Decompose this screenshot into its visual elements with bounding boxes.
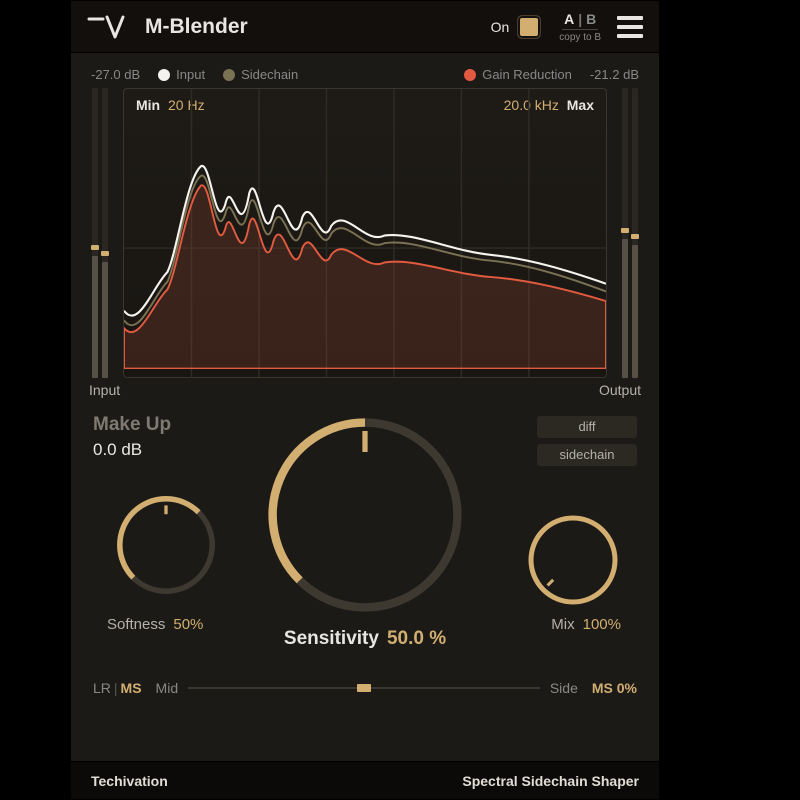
ms-slider-handle[interactable]	[357, 684, 371, 692]
footer-bar: Techivation Spectral Sidechain Shaper	[71, 761, 659, 799]
ab-slot-a[interactable]: A	[564, 11, 574, 27]
sensitivity-label-group: Sensitivity 50.0 %	[284, 628, 446, 650]
gain-reduction-curve	[124, 185, 606, 368]
brand-logo: M-Blender	[87, 13, 248, 41]
power-label: On	[491, 19, 510, 35]
gain-reduction-dot-icon	[464, 69, 476, 81]
ms-mid-label: Mid	[156, 680, 179, 696]
menu-icon[interactable]	[617, 16, 643, 38]
ab-compare[interactable]: A|B copy to B	[559, 11, 601, 43]
logo-icon	[87, 13, 131, 41]
softness-label-group: Softness 50%	[107, 616, 203, 633]
ab-slot-b[interactable]: B	[586, 11, 596, 27]
footer-tagline: Spectral Sidechain Shaper	[462, 773, 639, 789]
output-meter-label: Output	[599, 382, 641, 398]
mix-value[interactable]: 100%	[583, 616, 621, 633]
listen-buttons: diff sidechain	[537, 416, 637, 466]
legend-sidechain: Sidechain	[223, 67, 298, 82]
ab-top: A|B	[562, 11, 598, 30]
sensitivity-label: Sensitivity	[284, 628, 379, 650]
softness-label: Softness	[107, 616, 165, 633]
ms-value[interactable]: MS 0%	[592, 680, 637, 696]
app-title: M-Blender	[145, 15, 248, 39]
makeup-label: Make Up	[93, 414, 171, 436]
spectrum-row: Min 20 Hz 20.0 kHz Max	[71, 88, 659, 378]
ab-copy-button[interactable]: copy to B	[559, 32, 601, 43]
ms-side-label: Side	[550, 680, 578, 696]
spectrum-curves	[124, 89, 606, 369]
legend-input: Input	[158, 67, 205, 82]
mix-label: Mix	[551, 616, 574, 633]
legend-row: -27.0 dB Input Sidechain Gain Reduction …	[71, 53, 659, 88]
ms-balance-slider[interactable]: Mid Side	[156, 680, 578, 696]
softness-knob[interactable]	[111, 490, 221, 600]
output-db-readout: -21.2 dB	[590, 67, 639, 82]
input-meter	[87, 88, 113, 378]
diff-button[interactable]: diff	[537, 416, 637, 438]
header-bar: M-Blender On A|B copy to B	[71, 1, 659, 53]
sensitivity-value[interactable]: 50.0 %	[387, 628, 446, 650]
power-button[interactable]	[517, 15, 541, 39]
softness-value[interactable]: 50%	[173, 616, 203, 633]
makeup-value[interactable]: 0.0 dB	[93, 440, 142, 460]
legend-gain-reduction: Gain Reduction	[464, 67, 572, 82]
input-db-readout: -27.0 dB	[91, 67, 140, 82]
sidechain-listen-button[interactable]: sidechain	[537, 444, 637, 466]
sidechain-dot-icon	[223, 69, 235, 81]
ms-slider-track[interactable]	[188, 687, 540, 689]
footer-brand: Techivation	[91, 773, 168, 789]
spectrum-display[interactable]: Min 20 Hz 20.0 kHz Max	[123, 88, 607, 378]
input-dot-icon	[158, 69, 170, 81]
lrms-toggle[interactable]: LR|MS	[93, 680, 142, 696]
sensitivity-knob[interactable]	[260, 410, 470, 620]
mix-label-group: Mix 100%	[551, 616, 621, 633]
input-meter-label: Input	[89, 382, 120, 398]
controls-section: Make Up 0.0 dB diff sidechain Softness 5…	[71, 410, 659, 670]
plugin-window: M-Blender On A|B copy to B -27.0 dB Inpu…	[70, 0, 660, 800]
ms-row: LR|MS Mid Side MS 0%	[71, 670, 659, 696]
mix-knob[interactable]	[523, 510, 623, 610]
io-labels: Input Output	[71, 378, 659, 410]
output-meter	[617, 88, 643, 378]
